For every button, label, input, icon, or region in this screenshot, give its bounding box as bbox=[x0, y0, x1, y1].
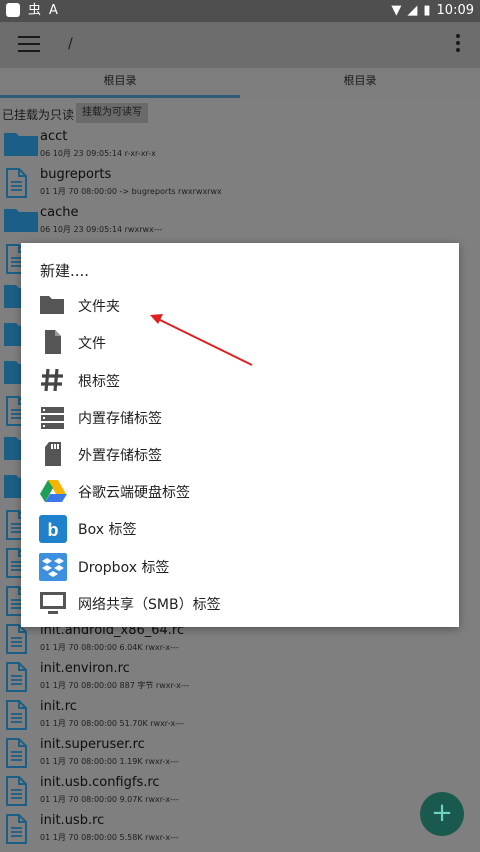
option-label: 内置存储标签 bbox=[78, 411, 162, 427]
file-row[interactable]: bugreports 01 1月 70 08:00:00 -> bugreport… bbox=[0, 164, 480, 202]
option-file[interactable]: 文件 bbox=[21, 323, 459, 360]
option-label: 网络共享（SMB）标签 bbox=[78, 597, 221, 613]
app-bar: / bbox=[0, 22, 480, 68]
file-meta: 01 1月 70 08:00:00 -> bugreports rwxrwxrw… bbox=[40, 187, 222, 196]
file-icon bbox=[4, 814, 28, 848]
status-bar: 虫 A ▼ ◢ ▮ 10:09 bbox=[0, 0, 480, 22]
file-meta: 01 1月 70 08:00:00 1.19K rwxr-x--- bbox=[40, 757, 179, 766]
add-fab-button[interactable]: + bbox=[420, 792, 464, 836]
option-root-tag[interactable]: 根标签 bbox=[21, 361, 459, 398]
file-row[interactable]: cache 06 10月 23 09:05:14 rwxrwx--- bbox=[0, 202, 480, 240]
file-meta: 01 1月 70 08:00:00 887 字节 rwxr-x--- bbox=[40, 681, 190, 690]
new-item-dialog: 新建.... 文件夹 文件 根标签 内置存储标签 外置存储标签 谷歌云端硬盘标签… bbox=[21, 243, 459, 627]
file-row[interactable]: init.usb.configfs.rc 01 1月 70 08:00:00 9.… bbox=[0, 772, 480, 810]
file-name: cache bbox=[40, 205, 79, 220]
file-meta: 01 1月 70 08:00:00 5.58K rwxr-x--- bbox=[40, 833, 179, 842]
clock: 10:09 bbox=[436, 3, 474, 18]
dropbox-icon bbox=[39, 553, 67, 581]
file-name: init.rc bbox=[40, 699, 77, 714]
file-name: bugreports bbox=[40, 167, 112, 182]
box-icon: b bbox=[39, 515, 67, 543]
option-box[interactable]: b Box 标签 bbox=[21, 509, 459, 546]
file-row[interactable]: init.superuser.rc 01 1月 70 08:00:00 1.19K… bbox=[0, 734, 480, 772]
google-drive-icon bbox=[39, 478, 67, 504]
current-path: / bbox=[68, 36, 73, 52]
folder-icon bbox=[39, 292, 67, 318]
option-label: Box 标签 bbox=[78, 522, 137, 538]
file-icon bbox=[4, 776, 28, 810]
option-dropbox[interactable]: Dropbox 标签 bbox=[21, 547, 459, 584]
file-name: init.environ.rc bbox=[40, 661, 130, 676]
mount-rw-button[interactable]: 挂载为可读写 bbox=[76, 103, 148, 123]
file-icon bbox=[4, 662, 28, 696]
file-name: init.superuser.rc bbox=[40, 737, 145, 752]
option-label: Dropbox 标签 bbox=[78, 560, 170, 576]
svg-text:b: b bbox=[48, 520, 59, 540]
mount-status-bar: 已挂载为只读 挂载为可读写 bbox=[0, 100, 480, 126]
more-options-icon[interactable] bbox=[454, 34, 462, 55]
option-external-storage[interactable]: 外置存储标签 bbox=[21, 435, 459, 472]
file-icon bbox=[4, 168, 28, 202]
file-meta: 01 1月 70 08:00:00 9.07K rwxr-x--- bbox=[40, 795, 179, 804]
file-row[interactable]: init.usb.rc 01 1月 70 08:00:00 5.58K rwxr-… bbox=[0, 810, 480, 848]
file-name: acct bbox=[40, 129, 68, 144]
hash-icon bbox=[39, 367, 67, 393]
option-label: 文件夹 bbox=[78, 299, 120, 315]
a-app-icon: A bbox=[49, 3, 58, 18]
option-label: 外置存储标签 bbox=[78, 448, 162, 464]
file-meta: 01 1月 70 08:00:00 51.70K rwxr-x--- bbox=[40, 719, 184, 728]
file-icon bbox=[4, 738, 28, 772]
option-folder[interactable]: 文件夹 bbox=[21, 286, 459, 323]
file-row[interactable]: acct 06 10月 23 09:05:14 r-xr-xr-x bbox=[0, 126, 480, 164]
file-meta: 06 10月 23 09:05:14 r-xr-xr-x bbox=[40, 149, 156, 158]
file-icon bbox=[4, 624, 28, 658]
file-row[interactable]: init.environ.rc 01 1月 70 08:00:00 887 字节 … bbox=[0, 658, 480, 696]
file-name: init.usb.rc bbox=[40, 813, 105, 828]
dialog-title: 新建.... bbox=[40, 262, 90, 280]
file-icon bbox=[39, 329, 67, 355]
battery-icon: ▮ bbox=[423, 3, 431, 18]
monitor-icon bbox=[39, 590, 67, 616]
sdcard-icon bbox=[39, 441, 67, 467]
option-internal-storage[interactable]: 内置存储标签 bbox=[21, 398, 459, 435]
signal-icon: ◢ bbox=[407, 3, 418, 18]
file-meta: 01 1月 70 08:00:00 6.04K rwxr-x--- bbox=[40, 643, 179, 652]
folder-icon bbox=[4, 130, 38, 160]
wifi-icon: ▼ bbox=[391, 3, 402, 18]
tab-root-2[interactable]: 根目录 bbox=[240, 68, 480, 98]
option-label: 谷歌云端硬盘标签 bbox=[78, 485, 190, 501]
tab-root-1[interactable]: 根目录 bbox=[0, 68, 240, 98]
option-label: 根标签 bbox=[78, 374, 120, 390]
option-label: 文件 bbox=[78, 336, 106, 352]
tab-bar: 根目录 根目录 bbox=[0, 68, 480, 98]
bug-app-icon: 虫 bbox=[28, 3, 42, 18]
storage-icon bbox=[39, 404, 67, 430]
file-icon bbox=[4, 700, 28, 734]
option-smb[interactable]: 网络共享（SMB）标签 bbox=[21, 584, 459, 621]
file-name: init.usb.configfs.rc bbox=[40, 775, 160, 790]
file-meta: 06 10月 23 09:05:14 rwxrwx--- bbox=[40, 225, 163, 234]
file-row[interactable]: init.rc 01 1月 70 08:00:00 51.70K rwxr-x--… bbox=[0, 696, 480, 734]
folder-icon bbox=[4, 206, 38, 236]
hamburger-menu-icon[interactable] bbox=[18, 36, 40, 54]
mount-status-label: 已挂载为只读 bbox=[2, 108, 75, 122]
notification-square-icon bbox=[6, 3, 20, 17]
option-google-drive[interactable]: 谷歌云端硬盘标签 bbox=[21, 472, 459, 509]
